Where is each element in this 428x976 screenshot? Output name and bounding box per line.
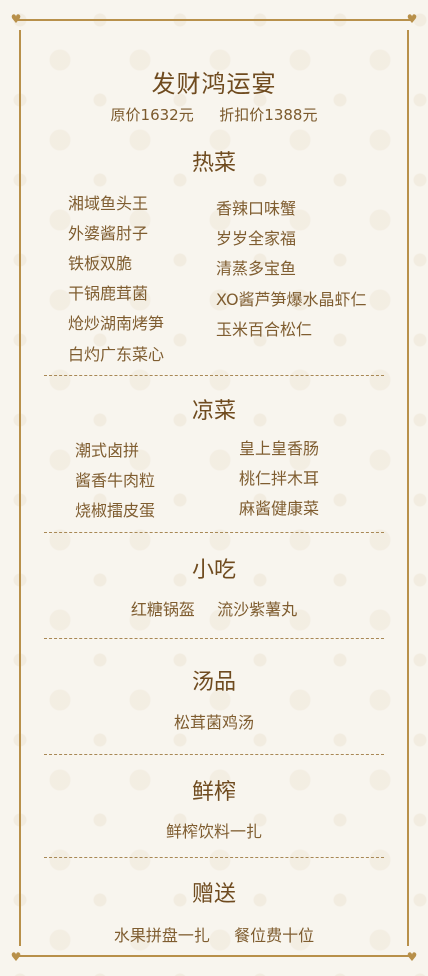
menu-item: 干锅鹿茸菌 <box>68 284 149 303</box>
section-divider <box>44 638 384 639</box>
menu-item: 白灼广东菜心 <box>68 345 165 364</box>
price-line: 原价1632元 折扣价1388元 <box>0 104 428 125</box>
heart-icon: ♥ <box>406 950 418 964</box>
heart-icon: ♥ <box>406 12 418 26</box>
menu-item: 潮式卤拼 <box>75 441 140 460</box>
original-price: 原价1632元 <box>110 106 194 124</box>
menu-item: 酱香牛肉粒 <box>75 471 156 490</box>
menu-item: 香辣口味蟹 <box>216 199 297 218</box>
section-title-cold: 凉菜 <box>191 399 236 424</box>
section-divider <box>44 754 384 755</box>
section-divider <box>44 532 384 533</box>
menu-item: 皇上皇香肠 <box>239 439 320 458</box>
menu-item: 麻酱健康菜 <box>239 499 320 518</box>
menu-item: 清蒸多宝鱼 <box>216 259 297 278</box>
menu-item: 岁岁全家福 <box>216 229 297 248</box>
menu-item: 餐位费十位 <box>234 926 315 945</box>
frame-top-border <box>16 19 412 21</box>
snack-items: 红糖锅盔 流沙紫薯丸 <box>0 596 428 620</box>
menu-item: 松茸菌鸡汤 <box>173 713 254 732</box>
heart-icon: ♥ <box>10 950 22 964</box>
menu-item: 玉米百合松仁 <box>216 320 313 339</box>
discount-price: 折扣价1388元 <box>219 106 318 124</box>
menu-item: 炝炒湖南烤笋 <box>68 314 165 333</box>
section-divider <box>44 375 384 376</box>
menu-item: 红糖锅盔 <box>130 600 195 619</box>
section-title-soup: 汤品 <box>191 670 236 695</box>
section-title-snack: 小吃 <box>191 558 236 583</box>
section-title-gift: 赠送 <box>191 882 236 907</box>
menu-item: 鲜榨饮料一扎 <box>165 822 262 841</box>
menu-item: 烧椒擂皮蛋 <box>75 501 156 520</box>
menu-item: 外婆酱肘子 <box>68 224 149 243</box>
menu-item: 流沙紫薯丸 <box>217 600 298 619</box>
section-title-hot: 热菜 <box>191 151 236 176</box>
heart-icon: ♥ <box>10 12 22 26</box>
menu-item: 湘域鱼头王 <box>68 194 149 213</box>
menu-item: 水果拼盘一扎 <box>113 926 210 945</box>
menu-title: 发财鸿运宴 <box>151 70 277 98</box>
menu-item: 铁板双脆 <box>68 254 133 273</box>
section-title-juice: 鲜榨 <box>191 780 236 805</box>
menu-item: 桃仁拌木耳 <box>239 469 320 488</box>
menu-item: XO酱芦笋爆水晶虾仁 <box>216 290 367 309</box>
section-divider <box>44 857 384 858</box>
frame-bottom-border <box>16 955 412 957</box>
gift-items: 水果拼盘一扎 餐位费十位 <box>0 922 428 946</box>
